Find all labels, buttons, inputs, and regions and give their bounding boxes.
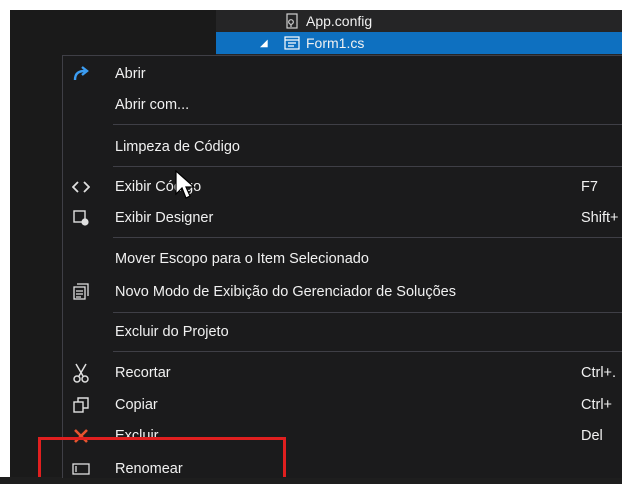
- scissors-icon: [71, 363, 91, 383]
- menu-item-exclude-from-project[interactable]: Excluir do Projeto: [63, 316, 622, 347]
- menu-item-shortcut: Ctrl+: [581, 396, 613, 413]
- menu-item-shortcut: Del: [581, 427, 603, 444]
- screenshot-margin-left: [0, 0, 10, 477]
- menu-item-open[interactable]: Abrir: [63, 58, 622, 89]
- menu-item-view-code[interactable]: Exibir Código F7: [63, 171, 622, 202]
- form-file-icon: [284, 35, 300, 51]
- menu-item-shortcut: F7: [581, 178, 598, 195]
- menu-item-copy[interactable]: Copiar Ctrl+: [63, 389, 622, 420]
- new-view-icon: [71, 282, 91, 302]
- context-menu: Abrir Abrir com... Limpeza de Código Exi…: [62, 55, 622, 478]
- menu-item-new-solution-explorer-view[interactable]: Novo Modo de Exibição do Gerenciador de …: [63, 276, 622, 307]
- menu-item-label: Excluir do Projeto: [115, 323, 229, 340]
- menu-item-shortcut: Shift+: [581, 209, 619, 226]
- menu-item-view-designer[interactable]: Exibir Designer Shift+: [63, 202, 622, 233]
- config-file-icon: [284, 13, 300, 29]
- menu-item-label: Copiar: [115, 396, 158, 413]
- menu-separator: [113, 237, 622, 238]
- menu-item-label: Mover Escopo para o Item Selecionado: [115, 250, 369, 267]
- menu-item-label: Novo Modo de Exibição do Gerenciador de …: [115, 283, 456, 300]
- tree-item-label: App.config: [306, 13, 373, 29]
- menu-separator: [113, 312, 622, 313]
- menu-item-shortcut: Ctrl+.: [581, 364, 617, 381]
- menu-separator: [113, 166, 622, 167]
- menu-separator: [113, 124, 622, 125]
- menu-item-cut[interactable]: Recortar Ctrl+.: [63, 357, 622, 388]
- menu-item-scope-to-this[interactable]: Mover Escopo para o Item Selecionado: [63, 243, 622, 274]
- menu-item-code-cleanup[interactable]: Limpeza de Código: [63, 131, 622, 162]
- menu-separator: [113, 351, 622, 352]
- menu-item-label: Abrir com...: [115, 96, 190, 113]
- copy-icon: [71, 395, 91, 415]
- mouse-cursor-icon: [175, 170, 196, 199]
- expand-arrow-icon[interactable]: ◢: [260, 38, 270, 49]
- menu-item-label: Limpeza de Código: [115, 138, 240, 155]
- open-arrow-icon: [71, 64, 91, 84]
- designer-icon: [71, 208, 91, 228]
- menu-item-label: Recortar: [115, 364, 171, 381]
- tree-item-form1-cs[interactable]: ◢ Form1.cs: [216, 32, 622, 54]
- menu-item-label: Abrir: [115, 65, 146, 82]
- tree-item-app-config[interactable]: App.config: [216, 10, 622, 32]
- tree-item-label: Form1.cs: [306, 35, 365, 51]
- menu-item-label: Exibir Designer: [115, 209, 214, 226]
- menu-item-open-with[interactable]: Abrir com...: [63, 89, 622, 120]
- screenshot-margin-top: [0, 0, 622, 10]
- code-icon: [71, 177, 91, 197]
- annotation-highlight-box: [38, 437, 286, 477]
